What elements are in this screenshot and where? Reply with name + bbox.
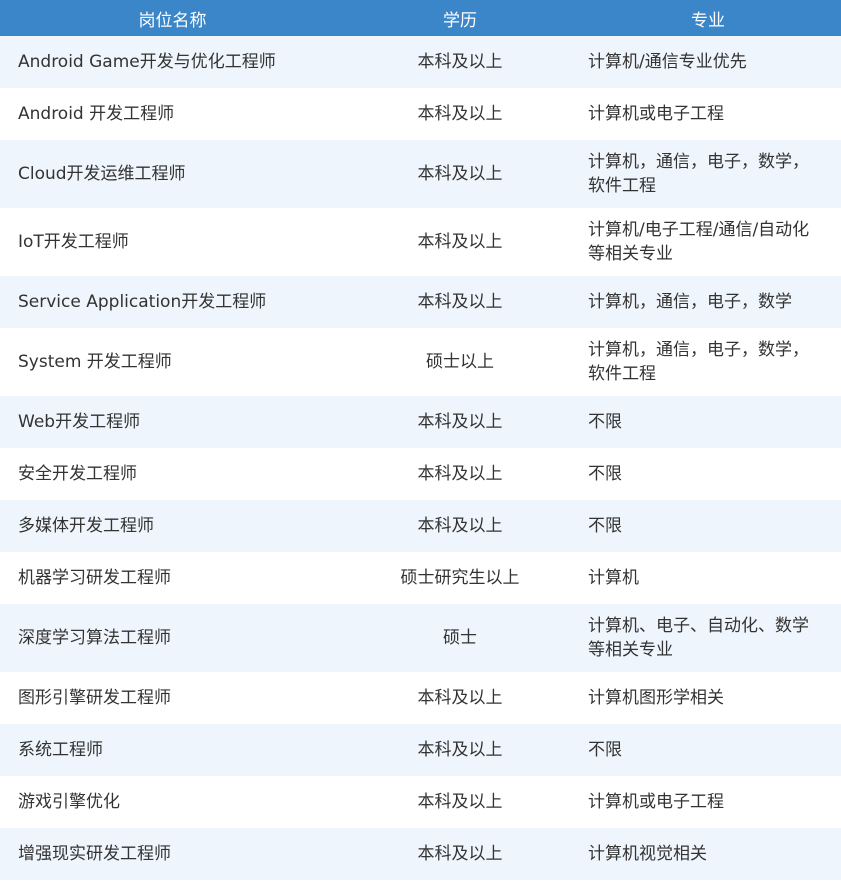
job-title-cell: System 开发工程师 [18,352,172,372]
table-row: Android 开发工程师 本科及以上 计算机或电子工程 [0,88,841,140]
education-cell: 本科及以上 [417,516,503,536]
job-requirements-table: 岗位名称 学历 专业 Android Game开发与优化工程师 本科及以上 计算… [0,0,841,880]
major-cell: 计算机，通信，电子，数学，软件工程 [588,340,809,384]
job-title-cell: Android Game开发与优化工程师 [18,52,276,72]
job-title-cell: IoT开发工程师 [18,232,129,252]
table-row: IoT开发工程师 本科及以上 计算机/电子工程/通信/自动化等相关专业 [0,208,841,276]
job-title-cell: Android 开发工程师 [18,104,175,124]
table-row: 系统工程师 本科及以上 不限 [0,724,841,776]
job-title-cell: 安全开发工程师 [18,464,137,484]
table-header-row: 岗位名称 学历 专业 [0,0,841,36]
major-cell: 不限 [588,464,622,484]
job-title-cell: 系统工程师 [18,740,103,760]
table-row: 多媒体开发工程师 本科及以上 不限 [0,500,841,552]
column-header-major: 专业 [575,0,841,36]
education-cell: 本科及以上 [417,844,503,864]
table-row: 增强现实研发工程师 本科及以上 计算机视觉相关 [0,828,841,880]
major-cell: 不限 [588,412,622,432]
education-cell: 本科及以上 [417,292,503,312]
table-row: Android Game开发与优化工程师 本科及以上 计算机/通信专业优先 [0,36,841,88]
major-cell: 不限 [588,516,622,536]
major-cell: 计算机，通信，电子，数学 [588,292,792,312]
table-row: Web开发工程师 本科及以上 不限 [0,396,841,448]
job-title-cell: 图形引擎研发工程师 [18,688,171,708]
education-cell: 硕士研究生以上 [400,568,520,588]
job-title-cell: Cloud开发运维工程师 [18,164,186,184]
education-cell: 本科及以上 [417,104,503,124]
education-cell: 硕士 [443,628,477,648]
column-header-education: 学历 [345,0,575,36]
table-row: 安全开发工程师 本科及以上 不限 [0,448,841,500]
table-row: Cloud开发运维工程师 本科及以上 计算机，通信，电子，数学，软件工程 [0,140,841,208]
major-cell: 计算机视觉相关 [588,844,707,864]
job-title-cell: Web开发工程师 [18,412,141,432]
table-row: System 开发工程师 硕士以上 计算机，通信，电子，数学，软件工程 [0,328,841,396]
job-title-cell: 多媒体开发工程师 [18,516,154,536]
column-header-job-title: 岗位名称 [0,0,345,36]
major-cell: 计算机，通信，电子，数学，软件工程 [588,152,809,196]
education-cell: 硕士以上 [426,352,494,372]
job-title-cell: Service Application开发工程师 [18,292,267,312]
table-row: 机器学习研发工程师 硕士研究生以上 计算机 [0,552,841,604]
major-cell: 计算机 [588,568,639,588]
education-cell: 本科及以上 [417,792,503,812]
major-cell: 计算机图形学相关 [588,688,724,708]
education-cell: 本科及以上 [417,412,503,432]
major-cell: 计算机或电子工程 [588,792,724,812]
education-cell: 本科及以上 [417,232,503,252]
job-title-cell: 增强现实研发工程师 [18,844,171,864]
education-cell: 本科及以上 [417,164,503,184]
table-row: 游戏引擎优化 本科及以上 计算机或电子工程 [0,776,841,828]
table-row: 图形引擎研发工程师 本科及以上 计算机图形学相关 [0,672,841,724]
table-row: Service Application开发工程师 本科及以上 计算机，通信，电子… [0,276,841,328]
education-cell: 本科及以上 [417,740,503,760]
table-row: 深度学习算法工程师 硕士 计算机、电子、自动化、数学等相关专业 [0,604,841,672]
major-cell: 计算机、电子、自动化、数学等相关专业 [588,616,809,660]
education-cell: 本科及以上 [417,52,503,72]
major-cell: 不限 [588,740,622,760]
job-title-cell: 游戏引擎优化 [18,792,120,812]
major-cell: 计算机或电子工程 [588,104,724,124]
job-title-cell: 深度学习算法工程师 [18,628,171,648]
major-cell: 计算机/通信专业优先 [588,52,747,72]
major-cell: 计算机/电子工程/通信/自动化等相关专业 [588,220,810,264]
education-cell: 本科及以上 [417,464,503,484]
job-title-cell: 机器学习研发工程师 [18,568,171,588]
education-cell: 本科及以上 [417,688,503,708]
